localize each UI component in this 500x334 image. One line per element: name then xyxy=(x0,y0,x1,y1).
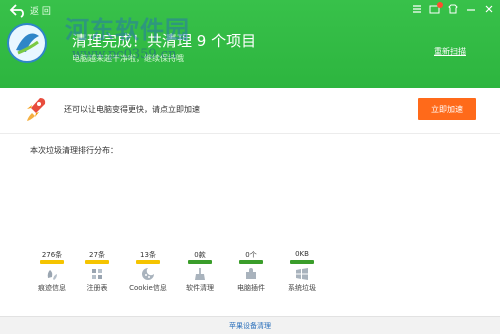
window-controls xyxy=(410,2,496,15)
stat-label: Cookie信息 xyxy=(129,284,167,292)
cookie-icon xyxy=(142,268,154,280)
watermark-brand: 河东软件园 xyxy=(65,15,190,44)
trace-icon xyxy=(47,270,57,280)
close-icon[interactable] xyxy=(482,3,496,15)
footer-bar: 苹果设备清理 xyxy=(0,316,500,334)
message-icon[interactable] xyxy=(428,2,443,15)
stat-bar xyxy=(136,260,160,264)
stat-count: 0KB xyxy=(295,250,309,258)
plugin-icon xyxy=(246,268,256,279)
rocket-icon xyxy=(27,98,46,121)
stat-label: 痕迹信息 xyxy=(38,284,66,292)
stat-plugin: 0个 电脑插件 xyxy=(231,250,271,293)
menu-icon[interactable] xyxy=(410,3,424,15)
watermark-url: www.pc0359.cn xyxy=(72,47,177,62)
distribution-stats: 276条 痕迹信息 27条 注册表 13条 Cookie信息 0款 软件清理 0… xyxy=(32,250,332,300)
notification-badge xyxy=(437,2,443,8)
rescan-link[interactable]: 重新扫描 xyxy=(434,46,466,57)
stat-trace: 276条 痕迹信息 xyxy=(32,250,72,293)
back-label[interactable]: 返 回 xyxy=(30,4,51,17)
speedup-tip-text: 还可以让电脑变得更快，请点立即加速 xyxy=(64,105,200,114)
stat-bar xyxy=(239,260,263,264)
stat-count: 13条 xyxy=(140,251,156,259)
stat-label: 系统垃圾 xyxy=(288,284,316,292)
speedup-now-button[interactable]: 立即加速 xyxy=(418,98,476,120)
stat-count: 0个 xyxy=(245,251,257,259)
broom-icon xyxy=(195,268,205,280)
stat-label: 软件清理 xyxy=(186,284,214,292)
windows-icon xyxy=(296,268,308,280)
result-header: 返 回 清理完成！共清理 9 个项目 电脑越来越干净啦，继续保持哦 河东软件园 … xyxy=(0,0,500,88)
stat-label: 注册表 xyxy=(86,284,108,292)
distribution-title: 本次垃圾清理排行分布： xyxy=(30,146,118,155)
stat-registry: 27条 注册表 xyxy=(77,250,117,293)
stat-bar xyxy=(85,260,109,264)
back-arrow-icon[interactable] xyxy=(9,4,27,18)
stat-count: 27条 xyxy=(89,251,105,259)
stat-label: 电脑插件 xyxy=(237,284,265,292)
speedup-tip-bar: 还可以让电脑变得更快，请点立即加速 立即加速 xyxy=(0,88,500,134)
stat-count: 0款 xyxy=(194,251,206,259)
stat-bar xyxy=(188,260,212,264)
minimize-icon[interactable] xyxy=(464,3,478,15)
logo-icon xyxy=(7,23,47,63)
stat-bar xyxy=(290,260,314,264)
skin-icon[interactable] xyxy=(446,3,460,15)
stat-bar xyxy=(40,260,64,264)
stat-cookie: 13条 Cookie信息 xyxy=(128,250,168,293)
registry-icon xyxy=(92,269,102,279)
stat-count: 276条 xyxy=(41,251,63,259)
stat-software: 0款 软件清理 xyxy=(180,250,220,293)
apple-device-cleanup-link[interactable]: 苹果设备清理 xyxy=(0,321,500,331)
stat-system: 0KB 系统垃圾 xyxy=(282,250,322,293)
